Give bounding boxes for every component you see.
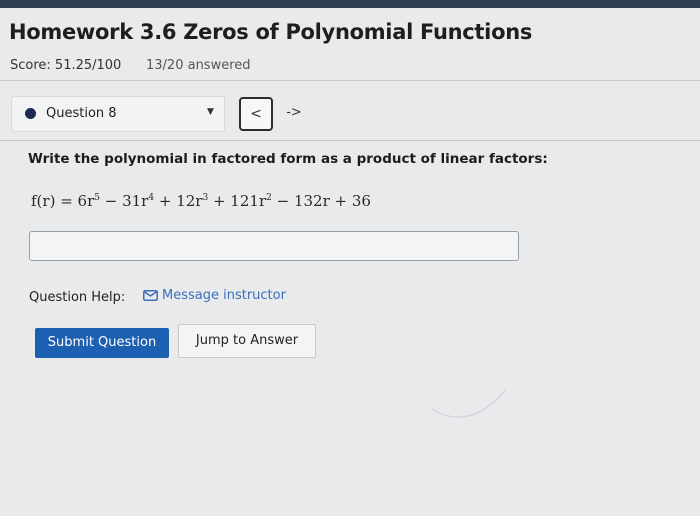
question-prompt: Write the polynomial in factored form as… xyxy=(28,151,548,167)
mail-icon xyxy=(143,290,158,301)
submit-question-button[interactable]: Submit Question xyxy=(35,328,169,358)
status-dot-icon xyxy=(25,108,36,119)
divider xyxy=(0,140,700,141)
message-instructor-label: Message instructor xyxy=(162,288,286,303)
caret-down-icon: ▼ xyxy=(207,107,214,117)
page-title: Homework 3.6 Zeros of Polynomial Functio… xyxy=(9,20,533,44)
polynomial-formula: f(r) = 6r5 − 31r4 + 12r3 + 121r2 − 132r … xyxy=(31,192,371,210)
message-instructor-link[interactable]: Message instructor xyxy=(143,288,286,303)
jump-to-answer-button[interactable]: Jump to Answer xyxy=(178,324,316,358)
previous-question-button[interactable]: < xyxy=(239,97,273,131)
question-select[interactable]: Question 8 ▼ xyxy=(11,96,225,132)
score-text: Score: 51.25/100 xyxy=(10,58,122,73)
question-select-label: Question 8 xyxy=(46,106,117,121)
question-help-label: Question Help: xyxy=(29,290,126,305)
divider xyxy=(0,80,700,81)
next-question-button[interactable]: -> xyxy=(276,97,312,129)
pen-scribble xyxy=(431,388,507,418)
top-bar xyxy=(0,0,700,8)
answered-count: 13/20 answered xyxy=(146,58,251,73)
answer-input[interactable] xyxy=(29,231,519,261)
